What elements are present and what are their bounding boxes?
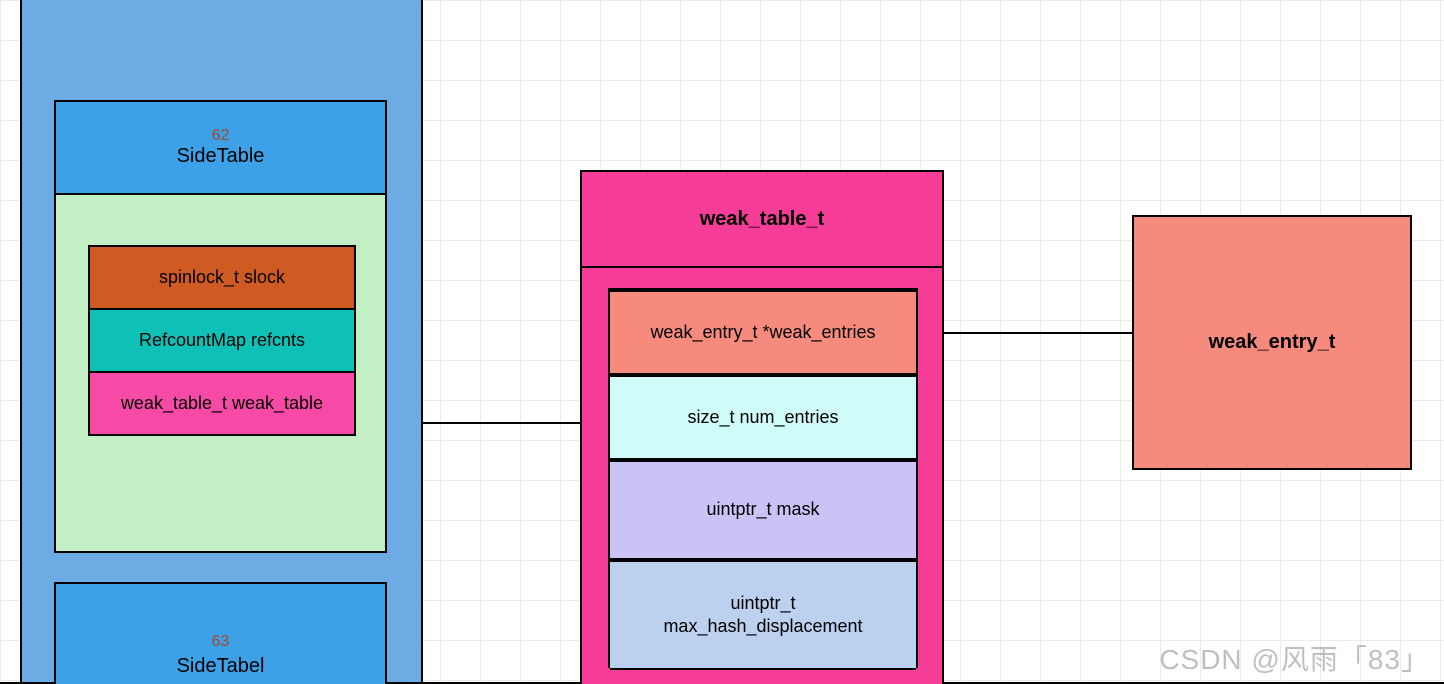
sidetable-63-header: 63 SideTabel — [54, 582, 387, 684]
sidetable-63-title: SideTabel — [56, 655, 385, 678]
field-refcountmap: RefcountMap refcnts — [88, 308, 356, 373]
sidetable-62-header: 62 SideTable — [54, 100, 387, 195]
weak-table-title: weak_table_t — [700, 208, 825, 231]
watermark: CSDN @风雨「83」 — [1159, 638, 1430, 678]
field-mask: uintptr_t mask — [610, 460, 916, 560]
field-max-hash-disp: uintptr_tmax_hash_displacement — [610, 560, 916, 670]
field-spinlock: spinlock_t slock — [88, 245, 356, 310]
weak-table-fields: weak_entry_t *weak_entries size_t num_en… — [608, 288, 918, 668]
field-weak-table: weak_table_t weak_table — [88, 371, 356, 436]
sidetable-62-body: spinlock_t slock RefcountMap refcnts wea… — [54, 193, 387, 553]
field-weak-entries: weak_entry_t *weak_entries — [610, 290, 916, 375]
weak-entry-box: weak_entry_t — [1132, 215, 1412, 470]
sidetable-62-title: SideTable — [56, 145, 385, 168]
weak-entry-title: weak_entry_t — [1209, 331, 1336, 354]
sidetable-62-number: 62 — [56, 127, 385, 145]
sidetable-63-number: 63 — [56, 633, 385, 651]
field-num-entries: size_t num_entries — [610, 375, 916, 460]
weak-table-header: weak_table_t — [580, 170, 944, 268]
weak-table-body: weak_entry_t *weak_entries size_t num_en… — [580, 266, 944, 684]
